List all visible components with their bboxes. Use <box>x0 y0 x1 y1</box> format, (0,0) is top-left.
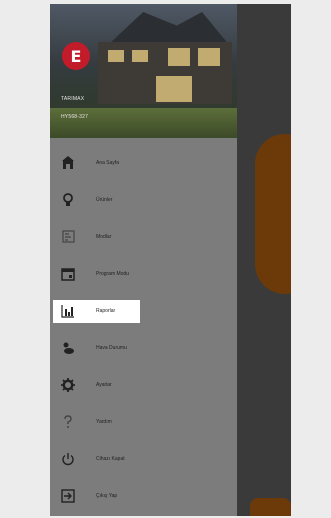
gear-icon <box>60 377 76 393</box>
menu-item-label: Ayarlar <box>96 381 112 388</box>
menu-item-yardim[interactable]: Yardım <box>50 403 237 440</box>
menu-item-hava-durumu[interactable]: Hava Durumu <box>50 329 237 366</box>
menu-item-urunler[interactable]: Ürünler <box>50 181 237 218</box>
menu-item-label: Modlar <box>96 233 112 240</box>
house-window <box>108 50 124 62</box>
house-window <box>156 76 192 102</box>
brand-logo-glyph: E <box>70 46 82 66</box>
menu-item-modlar[interactable]: Modlar <box>50 218 237 255</box>
menu-item-label: Cihazı Kapat <box>96 455 125 462</box>
lawn <box>50 108 237 138</box>
house-window <box>132 50 148 62</box>
house-window <box>168 48 190 66</box>
menu-item-label: Raporlar <box>96 307 116 314</box>
menu-item-label: Yardım <box>96 418 112 425</box>
drawer-header-image: E TARIMAX HY568-327 <box>50 4 237 138</box>
account-code: HY568-327 <box>61 114 89 120</box>
calendar-icon <box>60 266 76 282</box>
phone-screen: E TARIMAX HY568-327 Ana Sayfa Ürünler Mo… <box>50 4 291 516</box>
logout-icon <box>60 488 76 504</box>
help-icon <box>60 414 76 430</box>
bar-chart-icon <box>60 303 76 319</box>
menu-item-label: Ana Sayfa <box>96 159 120 166</box>
weather-icon <box>60 340 76 356</box>
menu-item-ana-sayfa[interactable]: Ana Sayfa <box>50 144 237 181</box>
menu-item-ayarlar[interactable]: Ayarlar <box>50 366 237 403</box>
home-icon <box>60 155 76 171</box>
menu-item-cikis-yap[interactable]: Çıkış Yap <box>50 477 237 514</box>
menu-item-label: Ürünler <box>96 196 113 203</box>
lightbulb-icon <box>60 192 76 208</box>
account-name: TARIMAX <box>61 96 85 102</box>
menu-item-cihazi-kapat[interactable]: Cihazı Kapat <box>50 440 237 477</box>
menu-item-label: Çıkış Yap <box>96 492 118 499</box>
house-body <box>98 42 232 104</box>
house-window <box>198 48 220 66</box>
menu-item-program-modu[interactable]: Program Modu <box>50 255 237 292</box>
power-icon <box>60 451 76 467</box>
menu-item-label: Hava Durumu <box>96 344 127 351</box>
brand-logo: E <box>62 42 90 70</box>
menu-item-label: Program Modu <box>96 270 130 277</box>
navigation-drawer: E TARIMAX HY568-327 Ana Sayfa Ürünler Mo… <box>50 4 237 516</box>
modes-icon <box>60 229 76 245</box>
menu-item-raporlar[interactable]: Raporlar <box>50 292 237 329</box>
house-roof <box>106 12 230 46</box>
background-accent <box>255 134 291 294</box>
drawer-menu: Ana Sayfa Ürünler Modlar Program Modu Ra… <box>50 144 237 514</box>
background-bottom-accent <box>250 498 291 516</box>
